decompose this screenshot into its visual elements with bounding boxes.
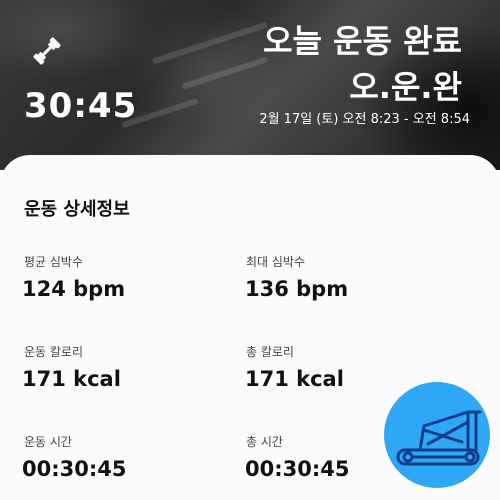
page-title: 오늘 운동 완료 — [263, 22, 462, 60]
background-streak — [181, 56, 269, 90]
workout-type-button[interactable] — [384, 382, 490, 488]
stat-value-max-heart-rate: 136 bpm — [245, 277, 349, 301]
stat-value-total-calories: 171 kcal — [245, 367, 344, 391]
workout-date-range: 2월 17일 (토) 오전 8:23 - 오전 8:54 — [259, 112, 470, 127]
treadmill-icon — [396, 410, 482, 466]
stat-label-avg-heart-rate: 평균 심박수 — [24, 255, 84, 269]
stat-label-workout-time: 운동 시간 — [24, 435, 72, 449]
background-streak — [152, 21, 268, 65]
stat-label-max-heart-rate: 최대 심박수 — [246, 255, 306, 269]
stat-value-total-time: 00:30:45 — [245, 457, 350, 481]
workout-header-banner: 30:45 오늘 운동 완료 오.운.완 2월 17일 (토) 오전 8:23 … — [0, 0, 500, 170]
section-title: 운동 상세정보 — [24, 199, 130, 220]
stat-label-total-calories: 총 칼로리 — [246, 345, 294, 359]
stat-label-total-time: 총 시간 — [246, 435, 283, 449]
dumbbell-icon — [33, 37, 61, 65]
page-subtitle: 오.운.완 — [349, 68, 462, 106]
stat-value-workout-time: 00:30:45 — [22, 457, 127, 481]
stat-value-avg-heart-rate: 124 bpm — [22, 277, 126, 301]
stat-value-workout-calories: 171 kcal — [22, 367, 121, 391]
workout-timer: 30:45 — [24, 86, 138, 126]
stat-label-workout-calories: 운동 칼로리 — [24, 345, 84, 359]
